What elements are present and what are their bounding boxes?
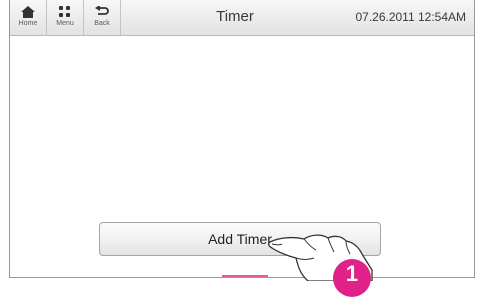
back-label: Back — [94, 20, 110, 27]
home-icon — [21, 6, 35, 18]
add-timer-label: Add Timer — [208, 231, 272, 247]
back-button[interactable]: Back — [84, 0, 121, 35]
screen-frame: Home Menu Back Timer 07.26.2011 12:54AM … — [9, 0, 475, 278]
step-callout-badge: 1 — [333, 259, 371, 297]
menu-grid-icon — [59, 6, 70, 17]
menu-button[interactable]: Menu — [47, 0, 84, 35]
datetime-display: 07.26.2011 12:54AM — [355, 10, 466, 24]
page-title: Timer — [216, 8, 254, 25]
menu-label: Menu — [56, 20, 74, 27]
home-button[interactable]: Home — [10, 0, 47, 35]
top-bar: Home Menu Back Timer 07.26.2011 12:54AM — [10, 0, 474, 36]
back-arrow-icon — [95, 6, 109, 15]
page-indicator — [222, 275, 268, 277]
home-label: Home — [18, 20, 38, 27]
add-timer-button[interactable]: Add Timer — [99, 222, 381, 256]
